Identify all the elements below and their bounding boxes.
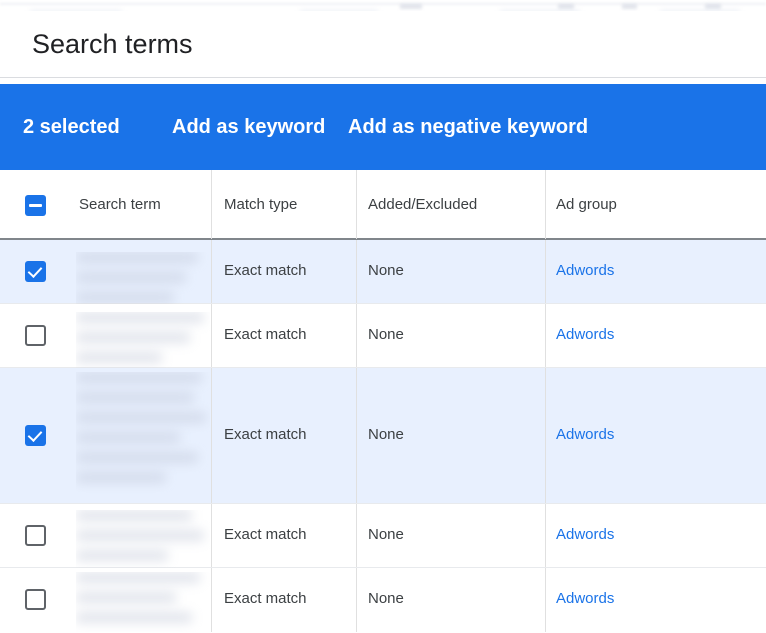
ad-group-link[interactable]: Adwords	[556, 261, 614, 281]
column-divider	[545, 240, 546, 303]
match-type-value: Exact match	[224, 325, 307, 345]
column-divider	[211, 368, 212, 503]
row-checkbox[interactable]	[25, 261, 46, 282]
added-excluded-value: None	[368, 325, 404, 345]
column-divider	[545, 304, 546, 367]
table-row[interactable]: Exact match None Adwords	[0, 368, 766, 504]
blurred-element	[558, 4, 574, 9]
page-title: Search terms	[32, 27, 193, 61]
cropped-top-content	[0, 0, 766, 11]
column-divider	[211, 568, 212, 632]
row-checkbox[interactable]	[25, 589, 46, 610]
column-header-match-type[interactable]: Match type	[224, 195, 297, 215]
added-excluded-value: None	[368, 425, 404, 445]
column-divider	[211, 240, 212, 303]
column-divider	[356, 504, 357, 567]
column-divider	[356, 170, 357, 239]
add-as-negative-keyword-button[interactable]: Add as negative keyword	[348, 114, 588, 140]
column-divider	[356, 568, 357, 632]
search-term-value-redacted	[76, 252, 210, 304]
top-divider-line	[0, 3, 766, 5]
column-divider	[211, 504, 212, 567]
row-checkbox[interactable]	[25, 325, 46, 346]
column-divider	[211, 304, 212, 367]
table-row[interactable]: Exact match None Adwords	[0, 240, 766, 304]
ad-group-link[interactable]: Adwords	[556, 525, 614, 545]
match-type-value: Exact match	[224, 425, 307, 445]
row-checkbox[interactable]	[25, 425, 46, 446]
match-type-value: Exact match	[224, 261, 307, 281]
column-divider	[356, 368, 357, 503]
column-header-added-excluded[interactable]: Added/Excluded	[368, 195, 477, 215]
page-header: Search terms	[0, 11, 766, 78]
table-header-row: Search term Match type Added/Excluded Ad…	[0, 170, 766, 240]
search-term-value-redacted	[76, 372, 210, 500]
ad-group-link[interactable]: Adwords	[556, 325, 614, 345]
add-as-keyword-button[interactable]: Add as keyword	[172, 114, 325, 140]
blurred-element	[622, 4, 637, 9]
blurred-element	[400, 4, 422, 9]
table-row[interactable]: Exact match None Adwords	[0, 304, 766, 368]
search-term-value-redacted	[76, 510, 210, 568]
blurred-element	[705, 4, 721, 9]
match-type-value: Exact match	[224, 589, 307, 609]
ad-group-link[interactable]: Adwords	[556, 425, 614, 445]
column-divider	[545, 368, 546, 503]
search-term-value-redacted	[76, 312, 210, 368]
column-divider	[211, 170, 212, 239]
added-excluded-value: None	[368, 261, 404, 281]
column-divider	[545, 504, 546, 567]
column-header-ad-group[interactable]: Ad group	[556, 195, 617, 215]
column-divider	[356, 304, 357, 367]
column-divider	[545, 568, 546, 632]
row-checkbox[interactable]	[25, 525, 46, 546]
search-term-value-redacted	[76, 572, 210, 632]
added-excluded-value: None	[368, 525, 404, 545]
search-terms-table: Search term Match type Added/Excluded Ad…	[0, 170, 766, 633]
added-excluded-value: None	[368, 589, 404, 609]
table-row[interactable]: Exact match None Adwords	[0, 504, 766, 568]
column-divider	[545, 170, 546, 239]
ad-group-link[interactable]: Adwords	[556, 589, 614, 609]
table-row[interactable]: Exact match None Adwords	[0, 568, 766, 632]
column-header-search-term[interactable]: Search term	[79, 195, 161, 215]
bulk-action-toolbar: 2 selected Add as keyword Add as negativ…	[0, 84, 766, 170]
selected-count-label: 2 selected	[23, 114, 120, 140]
select-all-checkbox[interactable]	[25, 195, 46, 216]
match-type-value: Exact match	[224, 525, 307, 545]
column-divider	[356, 240, 357, 303]
